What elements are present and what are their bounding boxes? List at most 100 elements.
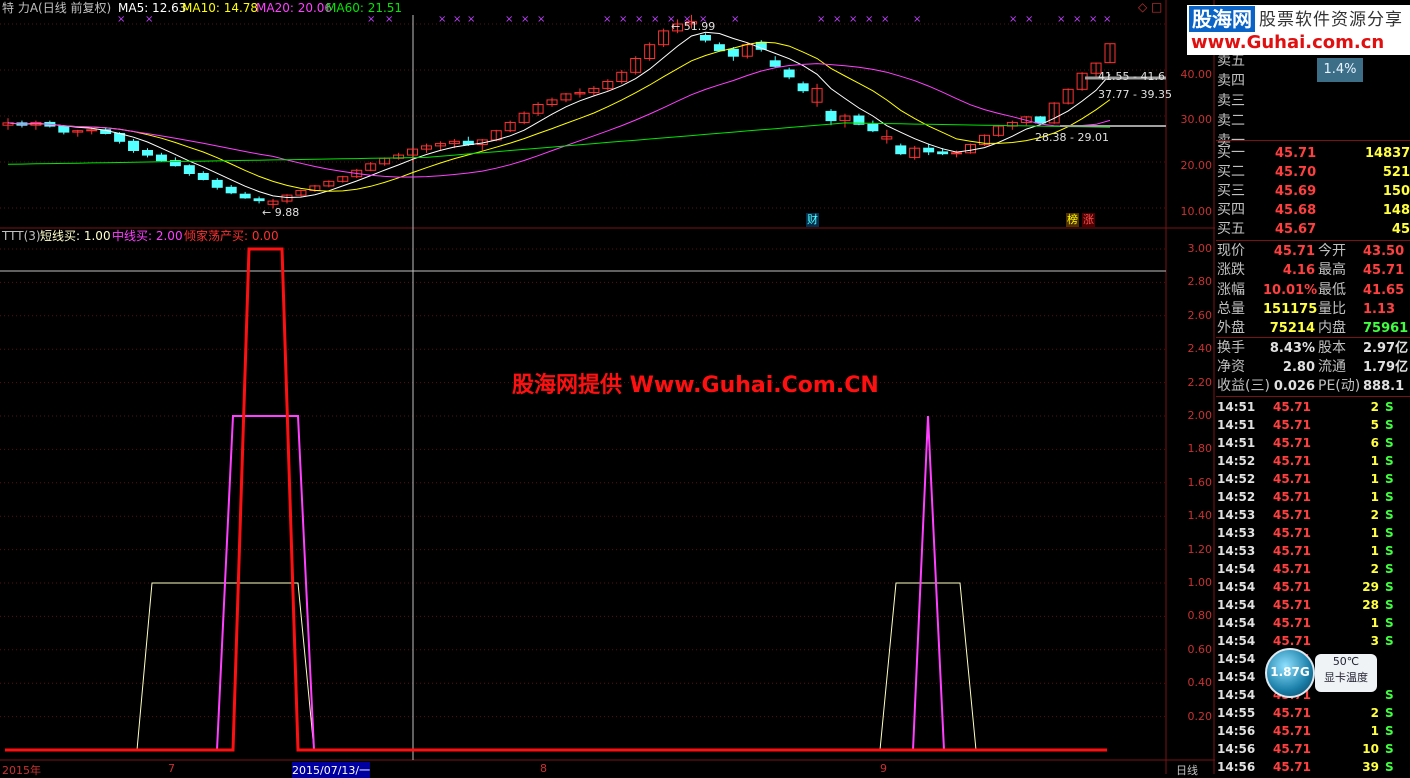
tick-volume: 2 — [1370, 562, 1379, 576]
buy-level-row[interactable]: 买五 45.67 45 — [1215, 220, 1410, 239]
sell-level-row[interactable]: 卖三 — [1215, 92, 1410, 111]
tick-time: 14:56 — [1217, 742, 1256, 756]
tick-volume: 2 — [1370, 400, 1379, 414]
candle-body — [699, 35, 711, 41]
signal-marker: × — [833, 14, 841, 25]
tick-side: S — [1385, 688, 1394, 702]
logo-brand: 股海网 — [1189, 6, 1255, 32]
watermark-text: 股海网提供 Www.Guhai.Com.CN — [512, 373, 879, 398]
period-label[interactable]: 日线 — [1176, 762, 1198, 778]
candle-body — [783, 69, 795, 78]
candle-body — [895, 145, 907, 155]
tick-row: 14:56 45.71 1 S — [1215, 722, 1410, 740]
expand-icon[interactable]: ◇ □ — [1138, 0, 1162, 14]
sell-level-label: 卖四 — [1217, 73, 1245, 89]
divider — [1216, 396, 1410, 397]
tick-side: S — [1385, 724, 1394, 738]
short-buy-line — [5, 582, 1107, 751]
quote-label: 股本 — [1318, 339, 1346, 356]
tick-price: 45.71 — [1273, 490, 1311, 504]
signal-marker: × — [849, 14, 857, 25]
tick-volume: 10 — [1362, 742, 1379, 756]
quote-value: 45.71 — [1273, 244, 1315, 259]
tick-volume: 29 — [1362, 580, 1379, 594]
tick-volume: 28 — [1362, 598, 1379, 612]
indicator-tick: 0.20 — [1187, 709, 1213, 723]
tick-time: 14:51 — [1217, 436, 1256, 450]
tick-time: 14:56 — [1217, 760, 1256, 774]
zhang-marker[interactable]: 涨 — [1082, 213, 1095, 227]
buy-level-row[interactable]: 买四 45.68 148 — [1215, 201, 1410, 220]
quote-label: 涨幅 — [1217, 281, 1245, 298]
tick-time: 14:52 — [1217, 454, 1256, 468]
mid-buy-label: 中线买: 2.00 — [112, 229, 183, 243]
buy-level-volume: 14837 — [1365, 146, 1410, 161]
indicator-tick: 1.80 — [1187, 442, 1213, 456]
signal-marker: × — [619, 14, 627, 25]
tick-row: 14:54 45.71 2 S — [1215, 560, 1410, 578]
indicator-tick: 1.20 — [1187, 542, 1213, 556]
quote-value: 45.71 — [1363, 263, 1405, 279]
ma60-label: MA60: 21.51 — [326, 1, 403, 15]
tick-side: S — [1385, 580, 1394, 594]
tick-price: 45.71 — [1273, 436, 1311, 450]
signal-marker: × — [1009, 14, 1017, 25]
candle-body — [1034, 116, 1046, 124]
site-logo: 股海网 股票软件资源分享 www.Guhai.com.cn — [1187, 5, 1410, 55]
bang-marker[interactable]: 榜 — [1066, 213, 1079, 227]
quote-label: 量比 — [1318, 300, 1346, 317]
logo-url: www.Guhai.com.cn — [1191, 32, 1385, 53]
tick-price: 45.71 — [1273, 580, 1311, 594]
tick-volume: 1 — [1370, 490, 1379, 504]
stock-title: 特 力A(日线 前复权) — [2, 1, 112, 15]
buy-level-row[interactable]: 买三 45.69 150 — [1215, 182, 1410, 201]
candle-body — [197, 173, 209, 180]
buy-level-row[interactable]: 买二 45.70 521 — [1215, 163, 1410, 182]
quote-row: 总量 151175 量比 1.13 — [1215, 300, 1410, 319]
tick-row: 14:51 45.71 6 S — [1215, 434, 1410, 452]
gauge-value: 1.87G — [1270, 665, 1310, 679]
indicator-name[interactable]: TTT(3) — [2, 229, 41, 243]
signal-marker: × — [1089, 14, 1097, 25]
price-tick: 10.00 — [1180, 205, 1213, 218]
candle-body — [239, 193, 251, 199]
gauge-temp: 50℃ — [1332, 655, 1360, 668]
signal-marker: × — [817, 14, 825, 25]
signal-marker: × — [537, 14, 545, 25]
signal-marker: × — [651, 14, 659, 25]
signal-marker: × — [385, 14, 393, 25]
quote-value: 43.50 — [1363, 244, 1405, 259]
candle-body — [141, 150, 153, 156]
candle-body — [225, 186, 237, 194]
ma20-line — [7, 63, 1111, 178]
tick-side: S — [1385, 742, 1394, 756]
sell-level-row[interactable]: 卖二 — [1215, 112, 1410, 131]
x-tick-month: 7 — [168, 762, 175, 775]
buy-level-volume: 45 — [1391, 222, 1410, 237]
cai-marker[interactable]: 财 — [806, 213, 819, 227]
tick-price: 45.71 — [1273, 742, 1311, 756]
gpu-temp-widget[interactable]: 1.87G 50℃ 显卡温度 — [1265, 648, 1385, 698]
tick-row: 14:53 45.71 1 S — [1215, 542, 1410, 560]
buy-level-row[interactable]: 买一 45.71 14837 — [1215, 144, 1410, 163]
quote-value: 75961 — [1363, 321, 1409, 337]
indicator-tick: 0.60 — [1187, 642, 1213, 656]
quote-row: 净资 2.80 流通 1.79亿 — [1215, 358, 1410, 377]
tick-price: 45.71 — [1273, 526, 1311, 540]
dump-buy-label: 倾家荡产买: 0.00 — [184, 229, 279, 243]
high-price-annotation: ← 51.99 — [671, 20, 716, 33]
sell-level-row[interactable]: 卖四 — [1215, 72, 1410, 91]
candle-body — [155, 154, 167, 162]
x-tick-year: 2015年 — [2, 764, 41, 777]
buy-level-price: 45.67 — [1275, 222, 1317, 237]
candle-body — [867, 123, 879, 132]
tick-price: 45.71 — [1273, 598, 1311, 612]
quote-value: 0.026 — [1273, 379, 1315, 395]
tick-side: S — [1385, 436, 1394, 450]
tick-row: 14:54 45.71 29 S — [1215, 578, 1410, 596]
signal-marker: × — [913, 14, 921, 25]
tick-price: 45.71 — [1273, 724, 1311, 738]
quote-value: 151175 — [1263, 301, 1318, 317]
tick-volume: 39 — [1362, 760, 1379, 774]
tick-side: S — [1385, 454, 1394, 468]
